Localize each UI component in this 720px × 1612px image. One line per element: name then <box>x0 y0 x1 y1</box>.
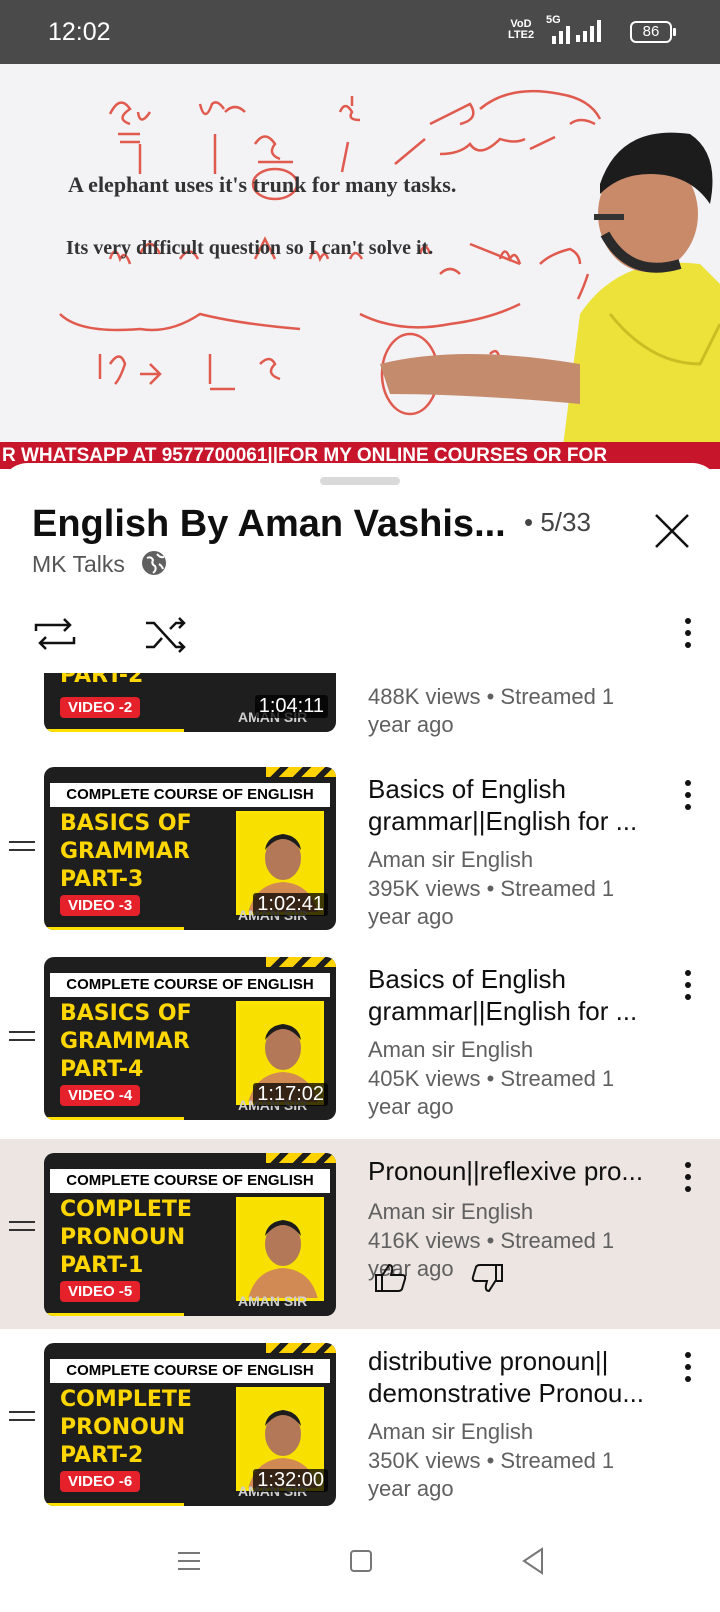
board-sentence-2: Its very difficult question so I can't s… <box>66 237 433 259</box>
video-thumbnail[interactable]: PART-2 VIDEO -2 AMAN SIR 1:04:11 <box>44 673 336 732</box>
playlist-title[interactable]: English By Aman Vashis... <box>32 503 506 546</box>
back-icon[interactable] <box>520 1546 546 1576</box>
more-vert-icon[interactable] <box>676 613 700 653</box>
home-icon[interactable] <box>348 1548 374 1574</box>
loop-icon[interactable] <box>32 611 78 657</box>
video-title[interactable]: Pronoun||reflexive pro... <box>368 1155 658 1187</box>
thumb-header: COMPLETE COURSE OF ENGLISH <box>50 973 330 997</box>
video-number-badge: VIDEO -5 <box>60 1281 141 1302</box>
drag-reorder-icon[interactable] <box>9 841 35 855</box>
presenter-photo <box>236 1197 324 1301</box>
duration-badge: 1:02:41 <box>253 893 328 916</box>
shuffle-icon[interactable] <box>144 611 190 657</box>
thumb-text: GRAMMAR <box>60 1029 190 1054</box>
thumb-text: COMPLETE <box>60 1387 192 1412</box>
drag-reorder-icon[interactable] <box>9 1031 35 1045</box>
video-thumbnail[interactable]: COMPLETE COURSE OF ENGLISH BASICS OF GRA… <box>44 957 336 1120</box>
video-number-badge: VIDEO -2 <box>60 697 141 718</box>
duration-badge: 1:32:00 <box>253 1469 328 1492</box>
thumb-text: BASICS OF <box>60 1001 192 1026</box>
playlist-channel[interactable]: MK Talks <box>32 551 125 578</box>
drag-handle[interactable] <box>320 477 400 485</box>
thumb-text: GRAMMAR <box>60 839 190 864</box>
thumb-author: AMAN SIR <box>238 1293 308 1309</box>
playlist-position: • 5/33 <box>524 507 591 537</box>
video-channel[interactable]: Aman sir English <box>368 847 533 873</box>
menu-icon[interactable] <box>176 1548 202 1574</box>
list-item-active[interactable]: COMPLETE COURSE OF ENGLISH COMPLETE PRON… <box>0 1139 720 1329</box>
globe-icon <box>142 551 166 575</box>
network-indicator: VoD LTE2 <box>508 18 535 41</box>
list-item[interactable]: COMPLETE COURSE OF ENGLISH BASICS OF GRA… <box>0 949 720 1139</box>
playlist-panel: English By Aman Vashis... • 5/33 MK Talk… <box>0 463 720 1606</box>
video-number-badge: VIDEO -4 <box>60 1085 141 1106</box>
more-vert-icon[interactable] <box>676 967 700 1003</box>
more-vert-icon[interactable] <box>676 777 700 813</box>
playlist-items: PART-2 VIDEO -2 AMAN SIR 1:04:11 488K vi… <box>0 673 720 1508</box>
video-channel[interactable]: Aman sir English <box>368 1199 533 1225</box>
thumb-text: BASICS OF <box>60 811 192 836</box>
close-icon[interactable] <box>646 505 698 557</box>
thumb-text: PART-2 <box>60 1443 144 1468</box>
dislike-icon[interactable] <box>470 1263 504 1293</box>
video-meta: 416K views • Streamed 1 year ago <box>368 1228 615 1281</box>
video-thumbnail[interactable]: COMPLETE COURSE OF ENGLISH BASICS OF GRA… <box>44 767 336 930</box>
video-title[interactable]: Basics of English grammar||English for .… <box>368 963 658 1027</box>
video-channel[interactable]: Aman sir English <box>368 1419 533 1445</box>
status-time: 12:02 <box>48 18 111 46</box>
video-player[interactable]: A elephant uses it's trunk for many task… <box>0 64 720 469</box>
thumb-text: PART-4 <box>60 1057 144 1082</box>
video-thumbnail[interactable]: COMPLETE COURSE OF ENGLISH COMPLETE PRON… <box>44 1343 336 1506</box>
video-meta: 488K views • Streamed 1 year ago <box>368 684 615 737</box>
video-number-badge: VIDEO -6 <box>60 1471 141 1492</box>
thumb-text: PART-2 <box>60 673 144 688</box>
list-item[interactable]: PART-2 VIDEO -2 AMAN SIR 1:04:11 488K vi… <box>0 673 720 745</box>
video-title[interactable]: Basics of English grammar||English for .… <box>368 773 658 837</box>
list-item[interactable]: COMPLETE COURSE OF ENGLISH BASICS OF GRA… <box>0 759 720 949</box>
thumb-text: PRONOUN <box>60 1225 186 1250</box>
thumb-text: PRONOUN <box>60 1415 186 1440</box>
video-title[interactable]: distributive pronoun|| demonstrative Pro… <box>368 1345 658 1409</box>
video-frame: A elephant uses it's trunk for many task… <box>0 64 720 469</box>
thumb-text: COMPLETE <box>60 1197 192 1222</box>
battery-icon: 86 <box>630 21 676 43</box>
video-number-badge: VIDEO -3 <box>60 895 141 916</box>
like-icon[interactable] <box>374 1263 408 1293</box>
video-channel[interactable]: Aman sir English <box>368 1037 533 1063</box>
signal-5g-bars-icon <box>552 22 570 44</box>
more-vert-icon[interactable] <box>676 1349 700 1385</box>
list-item[interactable]: COMPLETE COURSE OF ENGLISH COMPLETE PRON… <box>0 1329 720 1508</box>
board-sentence-1: A elephant uses it's trunk for many task… <box>68 172 456 197</box>
video-meta: 395K views • Streamed 1 year ago <box>368 876 615 929</box>
more-vert-icon[interactable] <box>676 1159 700 1195</box>
duration-badge: 1:04:11 <box>254 695 328 718</box>
drag-reorder-icon[interactable] <box>9 1221 35 1235</box>
thumb-header: COMPLETE COURSE OF ENGLISH <box>50 1169 330 1193</box>
system-nav-bar <box>0 1520 720 1612</box>
duration-badge: 1:17:02 <box>253 1083 328 1106</box>
thumb-header: COMPLETE COURSE OF ENGLISH <box>50 783 330 807</box>
video-meta: 405K views • Streamed 1 year ago <box>368 1066 615 1119</box>
video-meta: 350K views • Streamed 1 year ago <box>368 1448 615 1501</box>
status-bar: 12:02 VoD LTE2 5G 86 <box>0 0 720 64</box>
thumb-header: COMPLETE COURSE OF ENGLISH <box>50 1359 330 1383</box>
video-thumbnail[interactable]: COMPLETE COURSE OF ENGLISH COMPLETE PRON… <box>44 1153 336 1316</box>
thumb-text: PART-3 <box>60 867 144 892</box>
thumb-text: PART-1 <box>60 1253 144 1278</box>
drag-reorder-icon[interactable] <box>9 1411 35 1425</box>
cell-signal-icon <box>576 20 601 42</box>
